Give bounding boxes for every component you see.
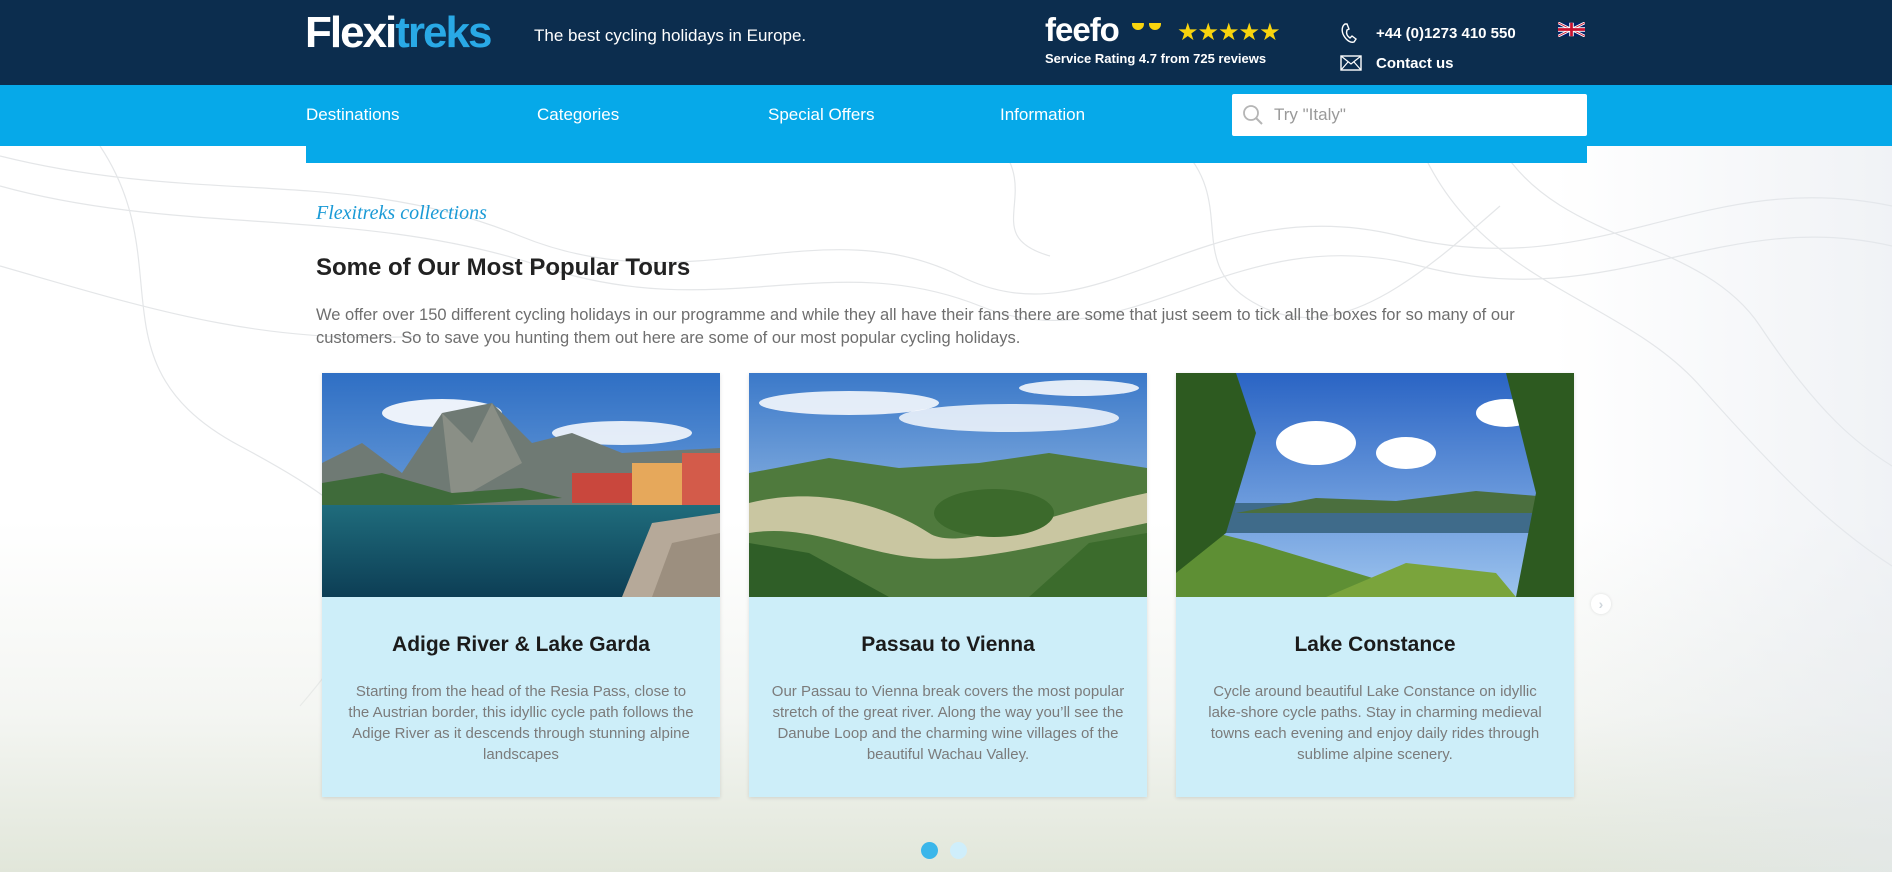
section-kicker: Flexitreks collections [316,202,487,224]
carousel-dot-1[interactable] [921,842,938,859]
nav-information[interactable]: Information [1000,105,1085,125]
nav-special-offers[interactable]: Special Offers [768,105,874,125]
phone-number: +44 (0)1273 410 550 [1376,24,1516,42]
main-navigation: Destinations Categories Special Offers I… [0,85,1892,146]
card-title: Passau to Vienna [861,633,1035,656]
tour-card-adige-garda[interactable]: Adige River & Lake Garda Starting from t… [322,373,720,797]
faded-photo-background [1552,146,1892,872]
search-input[interactable] [1274,105,1574,125]
contact-block: +44 (0)1273 410 550 Contact us [1340,18,1516,78]
contact-us-label: Contact us [1376,54,1454,72]
lake-garda-photo [322,373,720,597]
carousel-next-button[interactable]: › [1591,594,1611,614]
envelope-icon [1340,55,1368,71]
flexitreks-logo[interactable]: Flexitreks [305,8,492,57]
uk-flag-icon[interactable] [1558,22,1585,37]
star-rating: ★★★★★ [1177,19,1281,46]
lake-constance-photo [1176,373,1574,597]
page-title: Some of Our Most Popular Tours [316,254,691,281]
card-description: Cycle around beautiful Lake Constance on… [1208,683,1542,763]
danube-loop-photo [749,373,1147,597]
card-title: Lake Constance [1294,633,1456,656]
tour-card-lake-constance[interactable]: Lake Constance Cycle around beautiful La… [1176,373,1574,797]
feefo-logo: feefo [1045,11,1120,48]
nav-categories[interactable]: Categories [537,105,619,125]
search-icon[interactable] [1242,104,1268,126]
search-box [1232,94,1587,136]
phone-icon [1340,22,1368,44]
feefo-rating-widget[interactable]: feefo ★★★★★ Service Rating 4.7 from 725 … [1045,13,1285,73]
service-rating-text: Service Rating 4.7 from 725 reviews [1045,51,1267,66]
phone-link[interactable]: +44 (0)1273 410 550 [1340,18,1516,48]
top-header: Flexitreks The best cycling holidays in … [0,0,1892,85]
tour-card-passau-vienna[interactable]: Passau to Vienna Our Passau to Vienna br… [749,373,1147,797]
card-description: Our Passau to Vienna break covers the mo… [771,683,1125,763]
carousel-pagination [921,842,967,859]
card-title: Adige River & Lake Garda [392,633,650,656]
tagline: The best cycling holidays in Europe. [534,26,807,45]
contact-us-link[interactable]: Contact us [1340,48,1516,78]
logo-text-part1: Flexi [305,8,397,57]
logo-text-part2: treks [395,8,492,57]
carousel-dot-2[interactable] [950,842,967,859]
card-description: Starting from the head of the Resia Pass… [348,683,694,763]
intro-paragraph: We offer over 150 different cycling holi… [316,306,1515,347]
nav-destinations[interactable]: Destinations [306,105,400,125]
feefo-eyes-icon [1132,18,1161,30]
chevron-right-icon: › [1598,596,1604,612]
header-accent-strip [306,146,1587,163]
